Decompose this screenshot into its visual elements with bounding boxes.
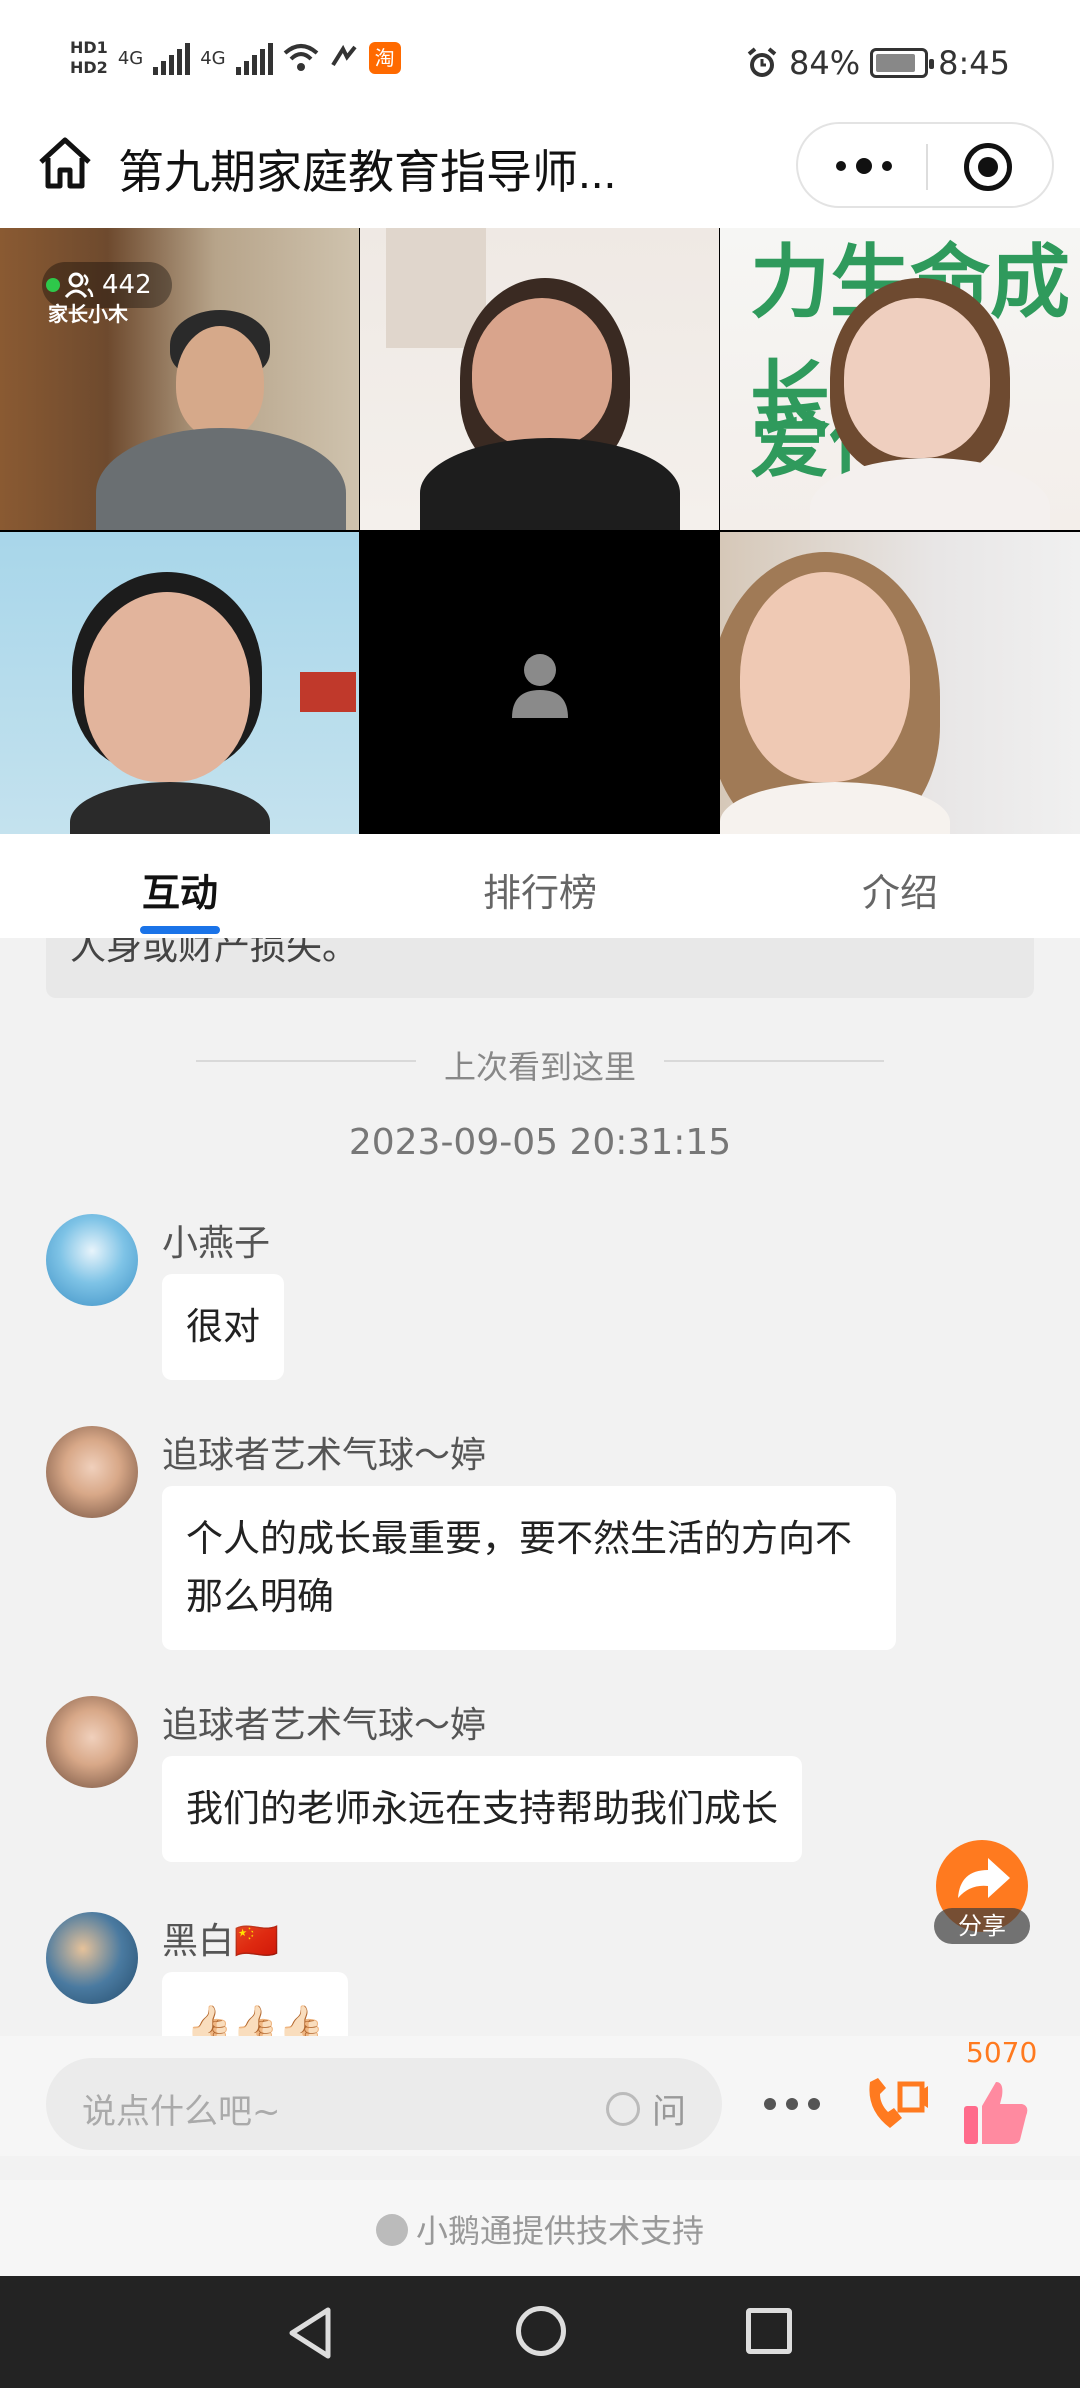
battery-icon: [870, 48, 935, 78]
status-bar: HD1 HD2 4G 4G 淘 84% 8:45: [0, 0, 1080, 130]
avatar[interactable]: [46, 1214, 138, 1306]
input-bar: 说点什么吧~ 问: [0, 2036, 1080, 2156]
participant-body: [70, 782, 270, 834]
video-tile-3[interactable]: 力生命成长 爱传: [720, 228, 1080, 530]
nfc-icon: [330, 44, 357, 67]
signal-icon-1: [153, 41, 191, 75]
network-type-2: 4G: [200, 47, 226, 69]
mini-program-close-icon[interactable]: [964, 143, 1012, 191]
status-left: HD1 HD2 4G 4G 淘: [70, 38, 401, 78]
brand-watermark: 家长小木: [48, 302, 128, 326]
chat-timestamp: 2023-09-05 20:31:15: [348, 1122, 732, 1163]
participant-face: [84, 592, 250, 782]
app-header: 第九期家庭教育指导师...: [0, 122, 1080, 228]
video-tile-2[interactable]: [360, 228, 719, 530]
participant-face: [844, 298, 990, 458]
sender-name: 黑白🇨🇳: [162, 1921, 279, 1962]
last-seen-label: 上次看到这里: [443, 1048, 636, 1086]
video-conference-grid: 442 家长小木 力生命成长 爱传: [0, 228, 1080, 834]
avatar[interactable]: [46, 1912, 138, 2004]
sender-name: 追球者艺术气球～婷: [162, 1705, 487, 1746]
tab-leaderboard[interactable]: 排行榜: [440, 862, 640, 917]
comment-placeholder: 说点什么吧~: [82, 2092, 281, 2132]
capsule-divider: [926, 144, 928, 190]
tab-introduction[interactable]: 介绍: [800, 862, 1000, 917]
video-tile-6[interactable]: [720, 532, 1080, 834]
participant-face: [740, 572, 910, 782]
chat-list[interactable]: 人身或财产损失。 上次看到这里 2023-09-05 20:31:15 小燕子 …: [0, 938, 1080, 2036]
recents-nav-icon[interactable]: [746, 2308, 792, 2354]
active-tab-indicator: [140, 926, 220, 934]
xiaoetong-logo-icon: [375, 2214, 408, 2246]
last-seen-divider: 上次看到这里: [196, 1042, 884, 1086]
home-icon[interactable]: [36, 134, 94, 192]
network-type-1: 4G: [117, 47, 144, 69]
share-button[interactable]: 分享: [934, 1840, 1030, 1944]
notice-card: 人身或财产损失。: [46, 938, 1034, 998]
video-tile-4[interactable]: [0, 532, 359, 834]
tab-bar: 互动 排行榜 介绍: [0, 834, 1080, 938]
viewer-count: 442: [102, 270, 152, 300]
home-nav-icon[interactable]: [516, 2306, 566, 2356]
video-tile-host[interactable]: 442 家长小木: [0, 228, 359, 530]
message-bubble[interactable]: 个人的成长最重要，要不然生活的方向不那么明确: [162, 1486, 896, 1650]
voice-call-icon[interactable]: [860, 2070, 930, 2140]
comment-input[interactable]: 说点什么吧~ 问: [46, 2058, 722, 2150]
status-right: 84% 8:45: [745, 44, 1010, 82]
avatar[interactable]: [46, 1696, 138, 1788]
live-room-page: HD1 HD2 4G 4G 淘 84% 8:45 第九期家庭教育指导师... 4…: [0, 0, 1080, 2388]
alarm-icon: [747, 47, 777, 77]
battery-percent: 84%: [789, 44, 861, 82]
powered-by-footer: 小鹅通提供技术支持: [0, 2180, 1080, 2276]
avatar[interactable]: [46, 1426, 138, 1518]
hd1-label: HD1: [70, 38, 108, 57]
more-options-icon[interactable]: [764, 2098, 820, 2112]
viewers-icon: [64, 272, 94, 299]
page-title: 第九期家庭教育指导师...: [118, 146, 617, 198]
message-bubble[interactable]: 👍🏻👍🏻👍🏻: [162, 1972, 349, 2036]
clock: 8:45: [938, 44, 1010, 82]
like-count: 5070: [966, 2036, 1038, 2069]
hd-indicator: HD1 HD2: [70, 38, 108, 78]
powered-by-text: 小鹅通提供技术支持: [415, 2212, 704, 2250]
participant-body: [420, 438, 680, 530]
battery-fill: [876, 54, 916, 72]
mini-program-capsule: [796, 122, 1054, 208]
live-indicator: [46, 278, 60, 292]
back-nav-icon[interactable]: [286, 2306, 334, 2360]
participant-body: [96, 428, 346, 530]
signal-icon-2: [235, 41, 273, 75]
sender-name: 小燕子: [162, 1223, 271, 1264]
sender-name: 追球者艺术气球～婷: [162, 1435, 487, 1476]
question-toggle[interactable]: 问: [606, 2084, 686, 2133]
taobao-app-icon: 淘: [368, 42, 401, 74]
question-label: 问: [652, 2092, 686, 2132]
powered-by: 小鹅通提供技术支持: [0, 2206, 1080, 2252]
like-thumb-icon[interactable]: [960, 2076, 1032, 2148]
hd2-label: HD2: [70, 58, 108, 77]
notice-text: 人身或财产损失。: [70, 938, 359, 968]
system-nav-bar: [0, 2276, 1080, 2388]
participant-face: [472, 298, 612, 448]
tab-interaction[interactable]: 互动: [80, 862, 280, 917]
wall-picture: [300, 672, 356, 712]
user-placeholder-icon: [512, 654, 568, 718]
wifi-icon: [283, 44, 318, 71]
message-bubble[interactable]: 我们的老师永远在支持帮助我们成长: [162, 1756, 802, 1862]
message-bubble[interactable]: 很对: [162, 1274, 284, 1380]
share-label: 分享: [934, 1908, 1030, 1944]
video-tile-camera-off[interactable]: [360, 532, 719, 834]
participant-face: [176, 326, 264, 438]
more-dots-icon[interactable]: [836, 151, 892, 181]
question-checkbox[interactable]: [606, 2091, 640, 2126]
